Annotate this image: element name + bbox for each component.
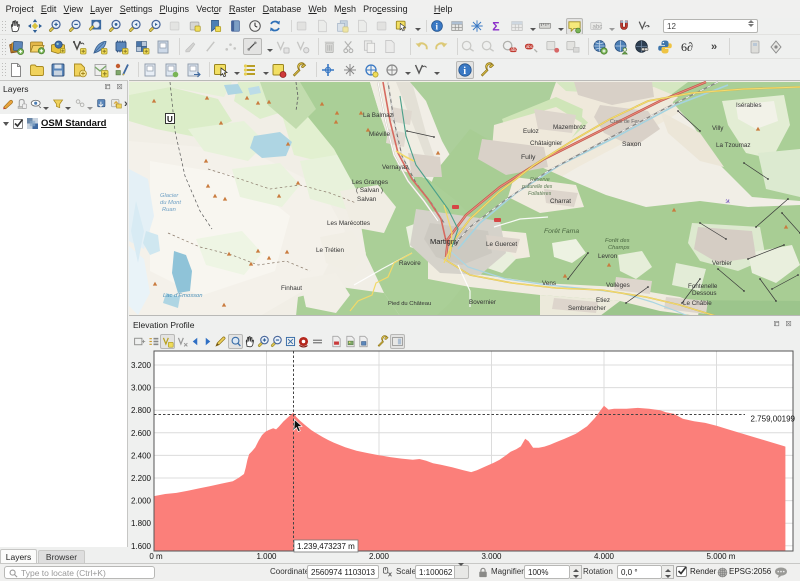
svg-text:Forêt des: Forêt des bbox=[605, 238, 630, 244]
svg-text:i: i bbox=[436, 22, 439, 32]
svg-text:Ruan: Ruan bbox=[162, 207, 176, 213]
svg-text:Le Châble: Le Châble bbox=[683, 300, 712, 307]
svg-text:Sembrancher: Sembrancher bbox=[568, 305, 606, 312]
svg-text:abc: abc bbox=[510, 47, 517, 52]
svg-text:Isérables: Isérables bbox=[736, 102, 762, 109]
svg-text:abc: abc bbox=[526, 44, 533, 49]
svg-text:Champs: Champs bbox=[608, 245, 630, 251]
svg-text:Glacier: Glacier bbox=[160, 193, 179, 199]
svg-text:Euloz: Euloz bbox=[523, 128, 539, 135]
svg-text:U: U bbox=[167, 115, 173, 124]
svg-text:6∂: 6∂ bbox=[681, 40, 693, 54]
svg-text:Mazembroz: Mazembroz bbox=[553, 124, 586, 131]
svg-text:Dessous: Dessous bbox=[692, 290, 717, 297]
svg-text:Martigny: Martigny bbox=[430, 237, 459, 246]
svg-text:Fontenelle: Fontenelle bbox=[688, 283, 718, 290]
svg-text:La Balmaz: La Balmaz bbox=[363, 112, 393, 119]
svg-text:Follatères: Follatères bbox=[528, 191, 552, 197]
svg-text:du Mont: du Mont bbox=[160, 200, 181, 206]
svg-text:naturelle des: naturelle des bbox=[522, 184, 553, 190]
svg-text:Pied du Château: Pied du Château bbox=[388, 301, 431, 307]
svg-text:Levron: Levron bbox=[598, 253, 618, 260]
svg-text:Les Marécottes: Les Marécottes bbox=[327, 220, 370, 227]
svg-text:Etiez: Etiez bbox=[596, 297, 610, 304]
svg-text:Vernayaz: Vernayaz bbox=[382, 164, 408, 171]
svg-text:Le Guercet: Le Guercet bbox=[486, 241, 517, 248]
svg-text:Forêt Fama: Forêt Fama bbox=[544, 228, 579, 235]
svg-text:Vollèges: Vollèges bbox=[606, 282, 630, 289]
svg-text:Villy: Villy bbox=[712, 125, 724, 132]
svg-text:Les Granges: Les Granges bbox=[352, 179, 388, 186]
svg-text:Verbier: Verbier bbox=[712, 260, 732, 267]
svg-text:Bovernier: Bovernier bbox=[469, 299, 496, 306]
svg-text:Miéville: Miéville bbox=[369, 131, 390, 138]
svg-text:Vens: Vens bbox=[542, 280, 556, 287]
svg-text:i: i bbox=[464, 66, 467, 77]
svg-text:Lac d'Émosson: Lac d'Émosson bbox=[163, 292, 202, 299]
svg-text:Charrat: Charrat bbox=[550, 198, 571, 205]
svg-text:Σ: Σ bbox=[492, 19, 499, 33]
svg-text:Réserve: Réserve bbox=[530, 177, 550, 183]
svg-text:Ravoire: Ravoire bbox=[399, 260, 421, 267]
svg-text:abc: abc bbox=[593, 23, 603, 30]
svg-text:Le Trétien: Le Trétien bbox=[316, 247, 345, 254]
svg-text:Fully: Fully bbox=[521, 154, 536, 161]
svg-text:Châtaignier: Châtaignier bbox=[530, 140, 562, 147]
svg-text:Croix de Fer: Croix de Fer bbox=[610, 119, 639, 125]
svg-text:Saxon: Saxon bbox=[622, 141, 641, 148]
svg-text:( Salvan ): ( Salvan ) bbox=[356, 187, 383, 194]
svg-text:La Tzoumaz: La Tzoumaz bbox=[716, 142, 751, 149]
svg-text:Finhaut: Finhaut bbox=[281, 285, 302, 292]
svg-text:Salvan: Salvan bbox=[357, 196, 377, 203]
